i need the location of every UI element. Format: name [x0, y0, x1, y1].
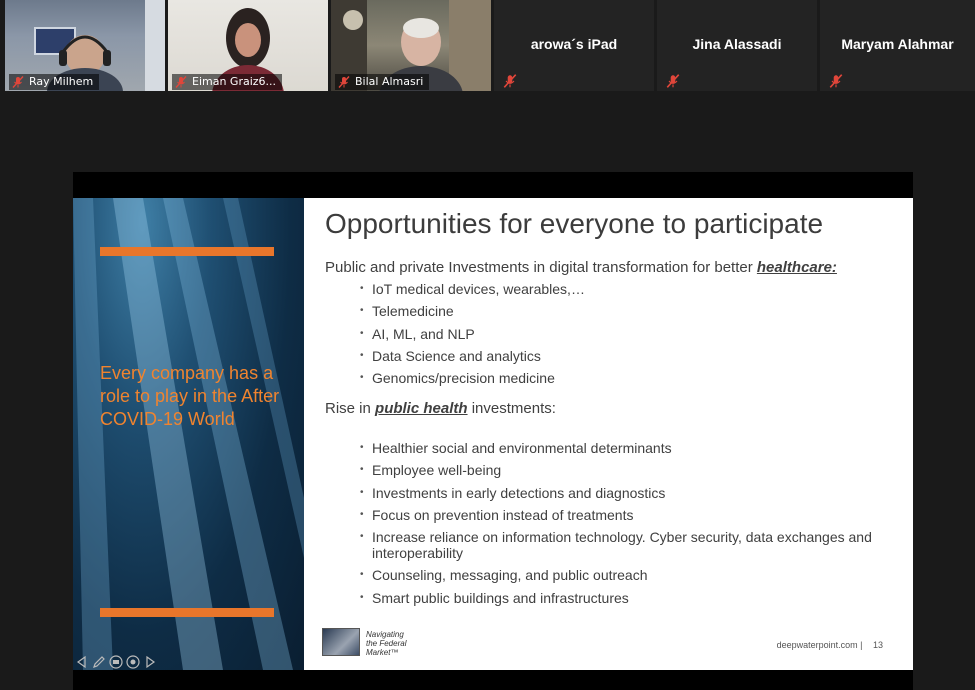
participant-name-tag: Ray Milhem [9, 74, 100, 90]
pen-icon[interactable] [91, 654, 107, 670]
section2-bullet-list: Healthier social and environmental deter… [360, 440, 895, 612]
participant-name-tag: Bilal Almasri [335, 74, 430, 90]
bullet-item: IoT medical devices, wearables,… [360, 281, 895, 297]
participant-tile-maryam-alahmar[interactable]: Maryam Alahmar [820, 0, 975, 91]
slide-content-panel: Opportunities for everyone to participat… [304, 198, 913, 670]
participant-tile-bilal-almasri[interactable]: Bilal Almasri [331, 0, 491, 91]
bullet-item: Healthier social and environmental deter… [360, 440, 895, 456]
section2-intro-prefix: Rise in [325, 400, 371, 417]
bullet-item: Smart public buildings and infrastructur… [360, 590, 895, 606]
section2-intro-emphasis: public health [375, 400, 468, 417]
logo-caption-text: Navigating the Federal Market™ [366, 630, 407, 657]
participant-name: arowa´s iPad [530, 36, 618, 52]
bullet-item: Genomics/precision medicine [360, 370, 895, 386]
bullet-item: Investments in early detections and diag… [360, 485, 895, 501]
logo-caption: Navigating the Federal Market™ [366, 630, 410, 657]
company-logo [322, 628, 360, 656]
participant-strip: Ray Milhem Eiman Graiz6... Bilal Almasri… [0, 0, 975, 91]
muted-mic-icon [666, 74, 680, 88]
slide-title: Opportunities for everyone to participat… [325, 208, 824, 239]
participant-name: Bilal Almasri [355, 75, 424, 88]
participant-tile-ray-milhem[interactable]: Ray Milhem [5, 0, 165, 91]
muted-mic-icon [503, 74, 517, 88]
slide-tagline: Every company has a role to play in the … [100, 363, 280, 429]
section1-intro: Public and private Investments in digita… [325, 259, 837, 276]
muted-mic-icon [12, 76, 24, 88]
participant-name: Maryam Alahmar [841, 36, 954, 52]
participant-tile-eiman[interactable]: Eiman Graiz6... [168, 0, 328, 91]
bullet-item: Focus on prevention instead of treatment… [360, 507, 895, 523]
slides-icon[interactable] [108, 654, 124, 670]
participant-tile-jina-alassadi[interactable]: Jina Alassadi [657, 0, 817, 91]
bullet-item: Employee well-being [360, 462, 895, 478]
muted-mic-icon [829, 74, 843, 88]
section2-intro: Rise in public health investments: [325, 400, 556, 417]
prev-arrow-icon[interactable] [74, 654, 90, 670]
slide-page-number: 13 [872, 640, 883, 650]
bullet-item: Increase reliance on information technol… [360, 529, 895, 561]
section1-intro-emphasis: healthcare: [756, 259, 837, 276]
participant-name: Eiman Graiz6... [192, 75, 277, 88]
participant-name-tag: Eiman Graiz6... [172, 74, 283, 90]
slide-footer: deepwaterpoint.com | 13 [777, 640, 883, 650]
slide-left-panel: Every company has a role to play in the … [73, 198, 304, 670]
bullet-item: Counseling, messaging, and public outrea… [360, 567, 895, 583]
zoom-icon[interactable] [125, 654, 141, 670]
section2-intro-suffix: investments: [471, 400, 556, 417]
bullet-item: Data Science and analytics [360, 348, 895, 364]
participant-name: Ray Milhem [29, 75, 94, 88]
participant-name: Jina Alassadi [692, 36, 782, 52]
bullet-item: Telemedicine [360, 303, 895, 319]
underwater-light-rays [73, 198, 304, 670]
muted-mic-icon [338, 76, 350, 88]
footer-url: deepwaterpoint.com | [776, 640, 863, 650]
meeting-window: Ray Milhem Eiman Graiz6... Bilal Almasri… [0, 0, 975, 690]
orange-divider-top [100, 247, 274, 256]
section1-intro-text: Public and private Investments in digita… [325, 259, 753, 276]
section1-bullet-list: IoT medical devices, wearables,… Telemedi… [360, 281, 895, 392]
next-arrow-icon[interactable] [142, 654, 158, 670]
slide-nav-controls [74, 654, 158, 670]
bullet-item: AI, ML, and NLP [360, 326, 895, 342]
participant-tile-arowa-ipad[interactable]: arowa´s iPad [494, 0, 654, 91]
muted-mic-icon [175, 76, 187, 88]
orange-divider-bottom [100, 608, 274, 617]
